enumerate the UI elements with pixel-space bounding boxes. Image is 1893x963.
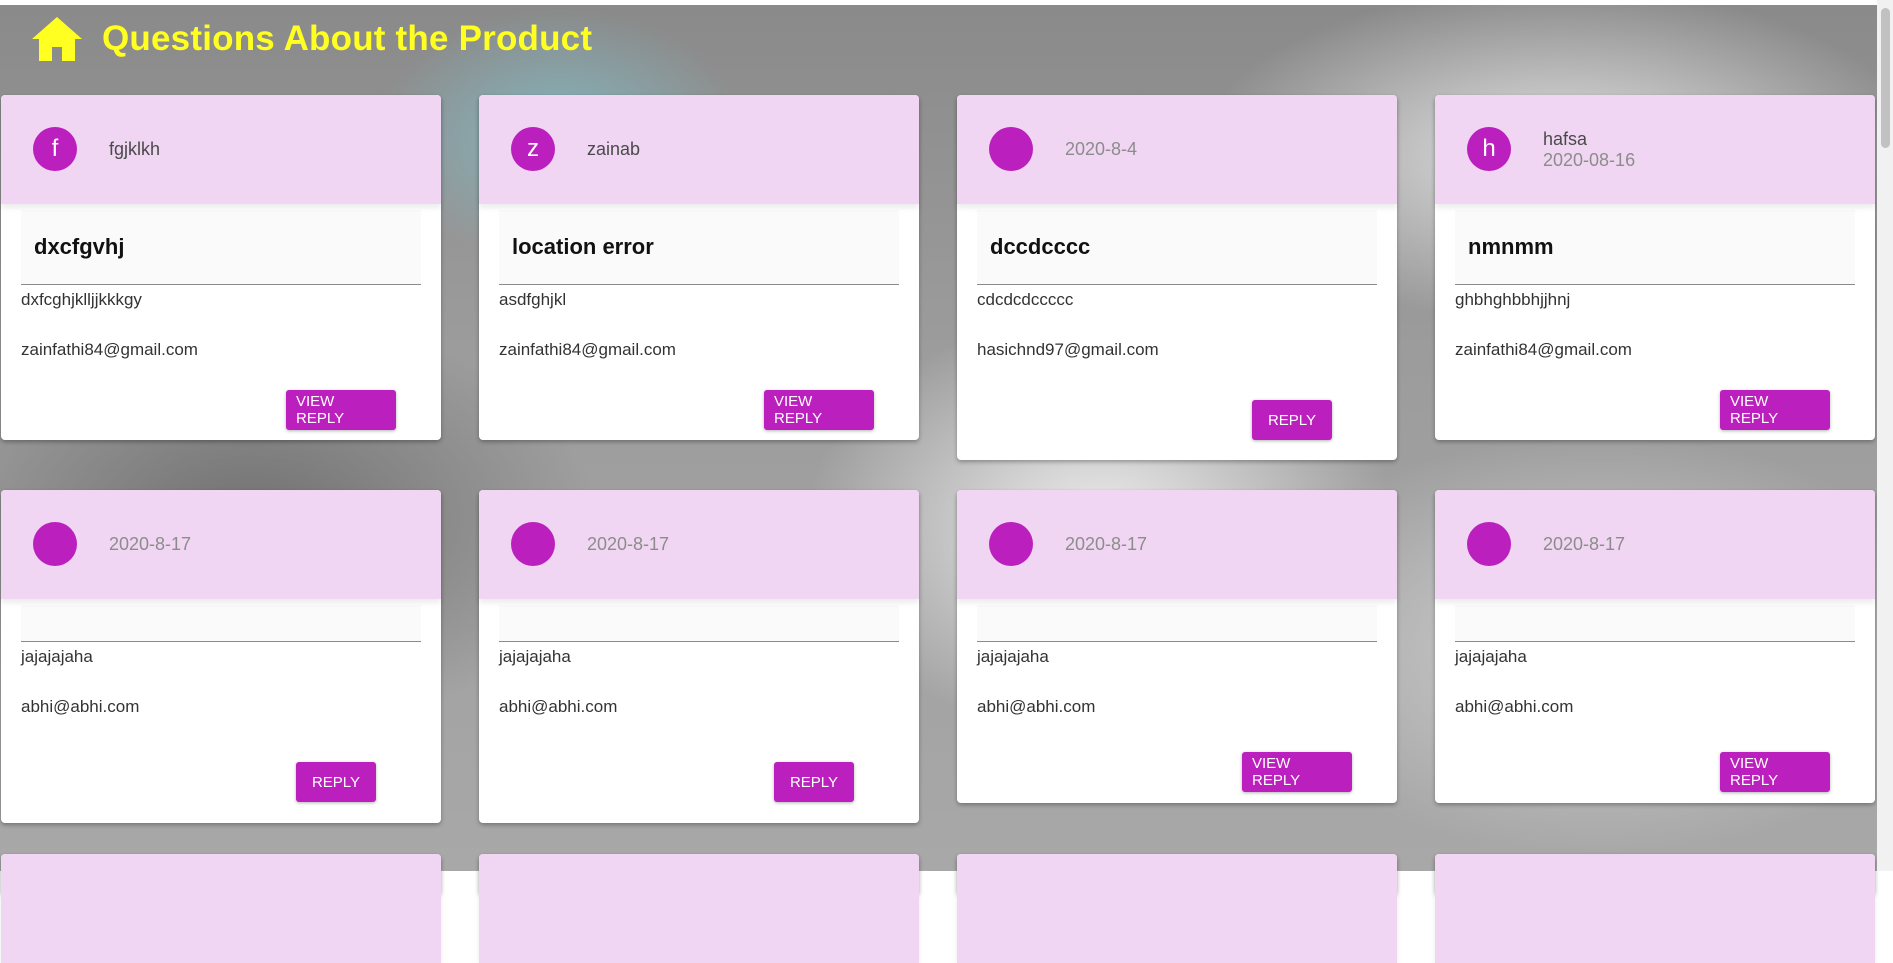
question-subject: dxcfgvhj [34, 234, 125, 259]
card-header [1, 854, 441, 963]
card-header: 2020-8-17 [1, 490, 441, 599]
question-card [1, 854, 441, 963]
user-email: abhi@abhi.com [1455, 697, 1574, 716]
question-date: 2020-08-16 [1543, 149, 1636, 170]
subject-field [1455, 605, 1855, 642]
question-body: jajajajaha [1455, 647, 1527, 666]
view-reply-button[interactable]: VIEW REPLY [286, 390, 396, 430]
avatar: z [511, 127, 555, 171]
question-card [479, 854, 919, 963]
user-name: zainab [587, 139, 641, 159]
question-body: cdcdcdccccc [977, 290, 1074, 309]
user-email: zainfathi84@gmail.com [21, 340, 198, 359]
vertical-scrollbar[interactable] [1877, 0, 1893, 871]
question-card: 2020-8-17 jajajajaha abhi@abhi.com VIEW … [957, 490, 1397, 803]
question-body: ghbhghbbhjjhnj [1455, 290, 1571, 309]
subject-field: dxcfgvhj [21, 210, 421, 285]
card-header: 2020-8-17 [957, 490, 1397, 599]
scrollbar-thumb[interactable] [1881, 8, 1890, 148]
avatar [989, 127, 1033, 171]
avatar [33, 522, 77, 566]
user-email: zainfathi84@gmail.com [1455, 340, 1632, 359]
card-header: f fgjklkh [1, 95, 441, 204]
question-card [957, 854, 1397, 963]
view-reply-button[interactable]: VIEW REPLY [764, 390, 874, 430]
question-body: dxfcghjklljjkkkgy [21, 290, 142, 309]
card-header [479, 854, 919, 963]
subject-field: nmnmm [1455, 210, 1855, 285]
card-header: 2020-8-4 [957, 95, 1397, 204]
question-card: 2020-8-17 jajajajaha abhi@abhi.com REPLY [1, 490, 441, 823]
user-name: hafsa [1543, 128, 1588, 149]
home-icon[interactable] [30, 15, 84, 63]
card-header: z zainab [479, 95, 919, 204]
subject-field [499, 605, 899, 642]
avatar: h [1467, 127, 1511, 171]
card-header [957, 854, 1397, 963]
page-title: Questions About the Product [102, 19, 593, 58]
avatar [1467, 522, 1511, 566]
user-email: abhi@abhi.com [977, 697, 1096, 716]
subject-field [21, 605, 421, 642]
question-body: jajajajaha [499, 647, 571, 666]
question-date: 2020-8-17 [587, 534, 670, 554]
user-email: abhi@abhi.com [499, 697, 618, 716]
question-subject: location error [512, 234, 654, 259]
subject-field: location error [499, 210, 899, 285]
avatar: f [33, 127, 77, 171]
subject-field [977, 605, 1377, 642]
question-date: 2020-8-17 [1543, 534, 1626, 554]
page-header: Questions About the Product [30, 14, 592, 64]
question-card: 2020-8-4 dccdcccc cdcdcdccccc hasichnd97… [957, 95, 1397, 460]
question-body: asdfghjkl [499, 290, 567, 309]
reply-button[interactable]: REPLY [296, 762, 376, 802]
reply-button[interactable]: REPLY [774, 762, 854, 802]
card-header: 2020-8-17 [1435, 490, 1875, 599]
card-header: 2020-8-17 [479, 490, 919, 599]
user-email: abhi@abhi.com [21, 697, 140, 716]
question-card: h hafsa 2020-08-16 nmnmm ghbhghbbhjjhnj … [1435, 95, 1875, 440]
question-body: jajajajaha [977, 647, 1049, 666]
avatar [989, 522, 1033, 566]
question-subject: dccdcccc [990, 234, 1091, 259]
question-card: 2020-8-17 jajajajaha abhi@abhi.com REPLY [479, 490, 919, 823]
question-card: 2020-8-17 jajajajaha abhi@abhi.com VIEW … [1435, 490, 1875, 803]
question-subject: nmnmm [1468, 234, 1554, 259]
card-header: h hafsa 2020-08-16 [1435, 95, 1875, 204]
question-date: 2020-8-4 [1065, 139, 1138, 159]
card-header [1435, 854, 1875, 963]
user-email: hasichnd97@gmail.com [977, 340, 1159, 359]
question-date: 2020-8-17 [1065, 534, 1148, 554]
user-name: fgjklkh [109, 139, 161, 159]
reply-button[interactable]: REPLY [1252, 400, 1332, 440]
view-reply-button[interactable]: VIEW REPLY [1242, 752, 1352, 792]
view-reply-button[interactable]: VIEW REPLY [1720, 390, 1830, 430]
question-card: f fgjklkh dxcfgvhj dxfcghjklljjkkkgy zai… [1, 95, 441, 440]
question-card: z zainab location error asdfghjkl zainfa… [479, 95, 919, 440]
user-email: zainfathi84@gmail.com [499, 340, 676, 359]
question-card [1435, 854, 1875, 963]
view-reply-button[interactable]: VIEW REPLY [1720, 752, 1830, 792]
avatar [511, 522, 555, 566]
subject-field: dccdcccc [977, 210, 1377, 285]
question-date: 2020-8-17 [109, 534, 192, 554]
question-body: jajajajaha [21, 647, 93, 666]
